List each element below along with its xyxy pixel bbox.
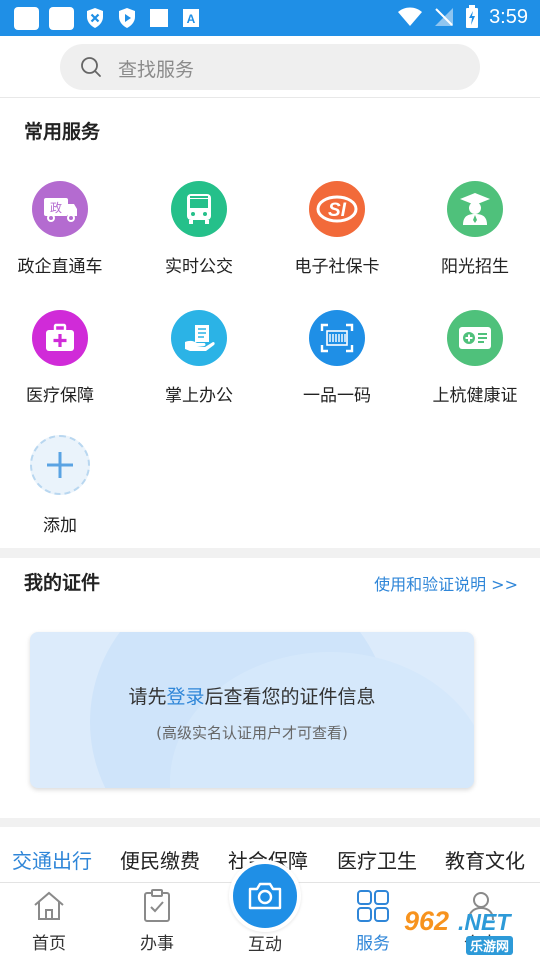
hand-document-icon: [171, 310, 227, 366]
bus-icon: [171, 181, 227, 237]
prompt-suffix: 后查看您的证件信息: [204, 686, 376, 708]
prompt-prefix: 请先: [128, 686, 167, 708]
search-placeholder: 查找服务: [118, 59, 195, 81]
medical-kit-icon: [32, 310, 88, 366]
system-indicators: 3:59: [397, 5, 528, 29]
section-divider: [0, 818, 540, 827]
no-signal-icon: [435, 8, 454, 26]
social-security-card-icon: SI: [309, 181, 365, 237]
service-label: 一品一码: [303, 386, 371, 406]
category-tab-education[interactable]: 教育文化: [445, 845, 525, 874]
service-realtime-bus[interactable]: 实时公交: [134, 181, 264, 277]
shield-x-icon: [84, 7, 106, 29]
section-title-my-certificates: 我的证件: [24, 572, 101, 594]
login-link[interactable]: 登录: [166, 686, 204, 708]
clipboard-check-icon: [117, 889, 197, 923]
shield-play-icon: [116, 7, 138, 29]
plus-icon: [30, 435, 90, 495]
notification-app-icon: [49, 7, 74, 30]
home-icon: [9, 889, 89, 923]
service-label: 掌上办公: [165, 386, 233, 406]
svg-text:A: A: [187, 12, 196, 26]
service-health-certificate[interactable]: 上杭健康证: [410, 310, 540, 406]
clock: 3:59: [489, 5, 528, 28]
notification-app-icon: [14, 7, 39, 30]
login-note: (高级实名认证用户才可查看): [156, 724, 348, 742]
add-service-button[interactable]: 添加: [0, 435, 125, 536]
service-gov-business[interactable]: 政 政企直通车: [0, 181, 125, 277]
category-tab-health[interactable]: 医疗卫生: [337, 845, 417, 874]
service-sunshine-enrollment[interactable]: 阳光招生: [410, 181, 540, 277]
service-label: 实时公交: [165, 257, 233, 277]
service-social-security-card[interactable]: SI 电子社保卡: [272, 181, 402, 277]
watermark-logo: 962 .NET 乐游网: [400, 906, 536, 956]
interaction-camera-button[interactable]: [229, 860, 301, 932]
usage-verification-link[interactable]: 使用和验证说明 >>: [374, 571, 518, 595]
service-label: 医疗保障: [26, 386, 94, 406]
camera-icon: [248, 882, 282, 910]
watermark-number: 962: [404, 906, 450, 936]
certificate-login-card[interactable]: 请先登录后查看您的证件信息 (高级实名认证用户才可查看): [30, 632, 474, 788]
search-icon: [81, 57, 101, 77]
translate-a-icon: A: [180, 7, 202, 29]
truck-gov-icon: 政: [32, 181, 88, 237]
section-title-common-services: 常用服务: [24, 121, 101, 143]
search-area: 查找服务: [0, 36, 540, 98]
square-icon: [148, 7, 170, 29]
tab-home[interactable]: 首页: [9, 889, 89, 954]
svg-text:政: 政: [50, 201, 62, 215]
category-tab-payment[interactable]: 便民缴费: [120, 845, 200, 874]
service-medical-insurance[interactable]: 医疗保障: [0, 310, 125, 406]
service-label: 政企直通车: [17, 257, 103, 277]
status-bar: A 3:59: [0, 0, 540, 36]
health-card-icon: [447, 310, 503, 366]
tab-label: 办事: [140, 934, 174, 954]
wifi-icon: [398, 7, 423, 26]
add-label: 添加: [43, 516, 77, 536]
watermark-site: 乐游网: [466, 936, 514, 955]
notification-icons: A: [14, 7, 202, 30]
service-mobile-office[interactable]: 掌上办公: [134, 310, 264, 406]
category-tab-transport[interactable]: 交通出行: [12, 845, 92, 874]
section-divider: [0, 548, 540, 558]
login-prompt: 请先登录后查看您的证件信息: [30, 682, 474, 709]
tab-affairs[interactable]: 办事: [117, 889, 197, 954]
graduate-icon: [447, 181, 503, 237]
service-label: 电子社保卡: [294, 257, 380, 277]
service-one-product-one-code[interactable]: 一品一码: [272, 310, 402, 406]
search-input[interactable]: 查找服务: [60, 44, 480, 90]
svg-text:SI: SI: [328, 200, 347, 221]
tab-label: 首页: [32, 934, 66, 954]
watermark-net: .NET: [458, 909, 511, 935]
service-label: 阳光招生: [441, 257, 509, 277]
service-label: 上杭健康证: [432, 386, 518, 406]
scan-code-icon: [309, 310, 365, 366]
tab-interaction-label: 互动: [248, 935, 282, 955]
battery-charging-icon: [466, 5, 479, 28]
